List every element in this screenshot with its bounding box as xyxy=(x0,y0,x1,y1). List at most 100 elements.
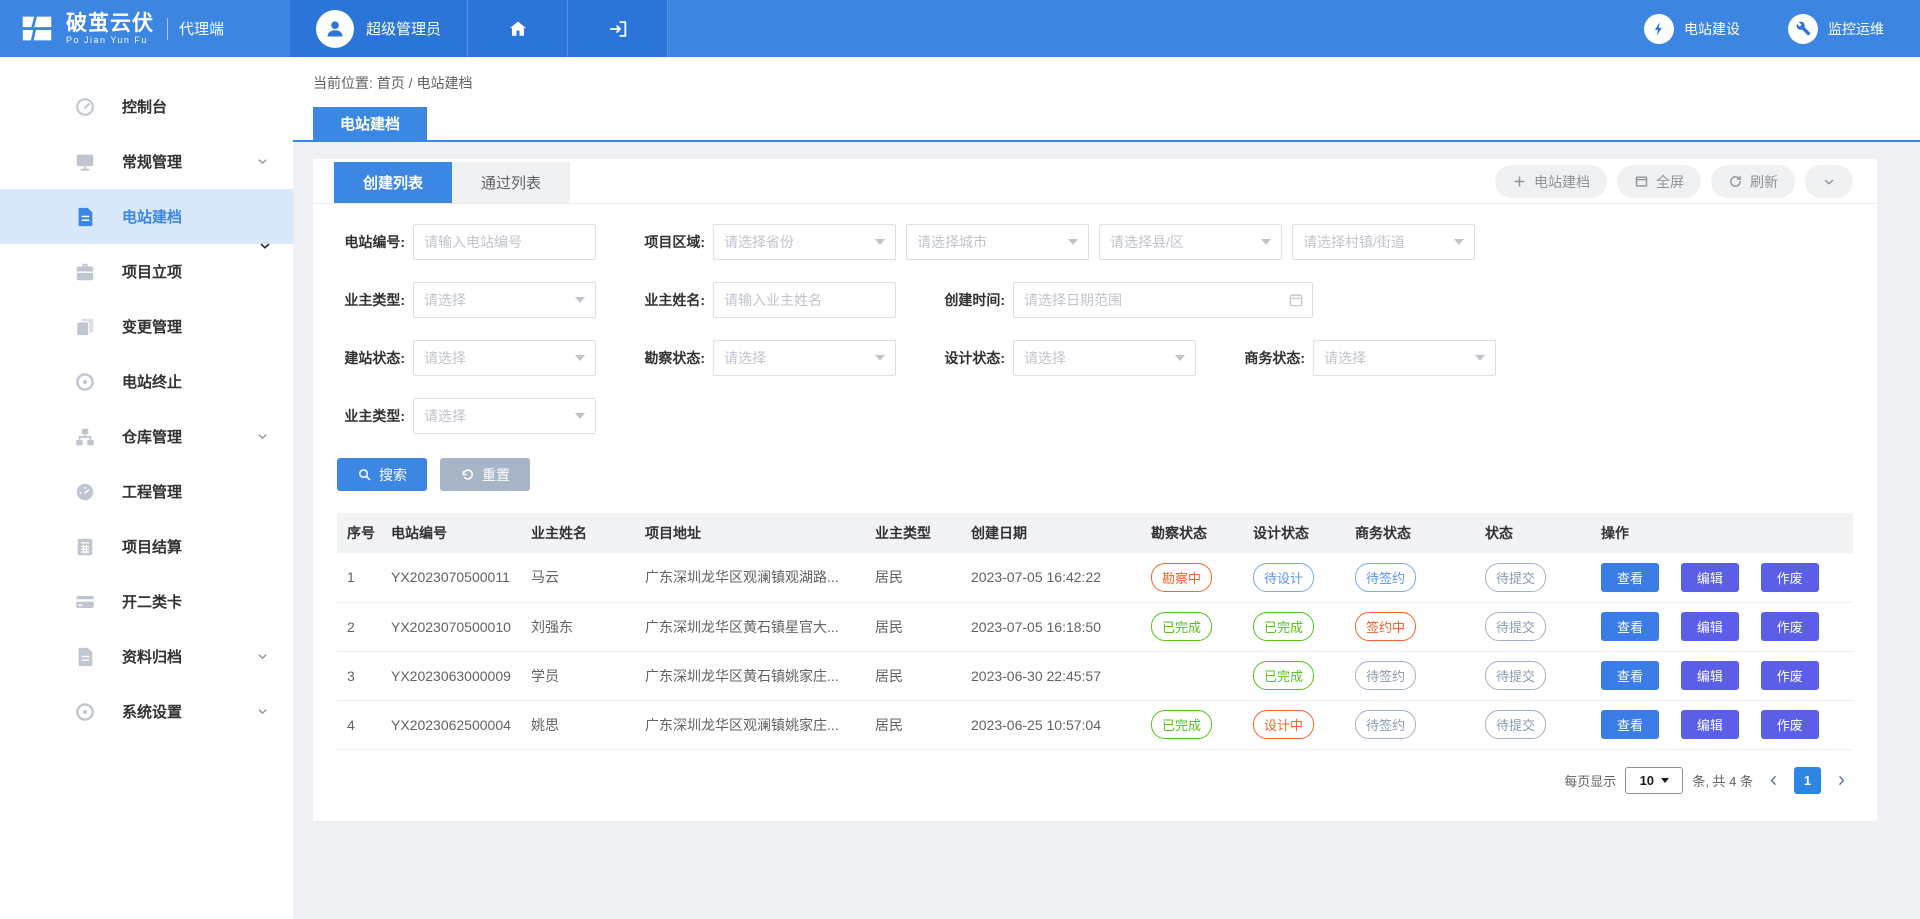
filter-owner-name: 业主姓名: xyxy=(637,282,937,318)
settings-icon xyxy=(74,701,96,723)
tab-create-list[interactable]: 创建列表 xyxy=(334,162,452,203)
status-badge: 已完成 xyxy=(1151,710,1212,739)
col-business-status: 商务状态 xyxy=(1345,513,1475,553)
breadcrumb-path[interactable]: 首页 / 电站建档 xyxy=(377,75,473,91)
document-icon xyxy=(74,206,96,228)
caret-down-icon xyxy=(1454,239,1464,245)
breadcrumb-bar: 当前位置: 首页 / 电站建档 电站建档 xyxy=(293,57,1920,142)
create-station-button[interactable]: 电站建档 xyxy=(1495,165,1607,198)
monitor-icon xyxy=(74,151,96,173)
edit-button[interactable]: 编辑 xyxy=(1681,661,1739,690)
top-header: 破茧云伏 Po Jian Yun Fu 代理端 超级管理员 xyxy=(0,0,1920,57)
fullscreen-icon xyxy=(1634,174,1649,189)
status-badge: 待签约 xyxy=(1355,563,1416,592)
business-status-select[interactable]: 请选择 xyxy=(1313,340,1496,376)
portal-label: 代理端 xyxy=(179,18,224,39)
breadcrumb: 当前位置: 首页 / 电站建档 xyxy=(313,73,1920,93)
view-button[interactable]: 查看 xyxy=(1601,661,1659,690)
survey-status-select[interactable]: 请选择 xyxy=(713,340,896,376)
view-button[interactable]: 查看 xyxy=(1601,563,1659,592)
chevron-down-icon xyxy=(1822,175,1836,189)
caret-down-icon xyxy=(1261,239,1271,245)
sidebar-item-console[interactable]: 控制台 xyxy=(0,79,293,134)
filter-owner-type-2: 业主类型: 请选择 xyxy=(337,398,637,434)
design-status-select[interactable]: 请选择 xyxy=(1013,340,1196,376)
owner-type-select[interactable]: 请选择 xyxy=(413,282,596,318)
sidebar-collapse-icon[interactable] xyxy=(258,239,272,258)
bolt-icon xyxy=(1644,14,1674,44)
date-range-input[interactable] xyxy=(1013,282,1313,318)
card-icon xyxy=(74,591,96,613)
build-status-select[interactable]: 请选择 xyxy=(413,340,596,376)
home-button[interactable] xyxy=(468,0,568,57)
sidebar-item-label: 电站建档 xyxy=(122,206,182,227)
owner-name-input[interactable] xyxy=(713,282,896,318)
station-no-input[interactable] xyxy=(413,224,596,260)
void-button[interactable]: 作废 xyxy=(1761,612,1819,641)
gauge-icon xyxy=(74,96,96,118)
col-design-status: 设计状态 xyxy=(1243,513,1345,553)
edit-button[interactable]: 编辑 xyxy=(1681,563,1739,592)
status-badge: 签约中 xyxy=(1355,612,1416,641)
nav-monitor-ops-label: 监控运维 xyxy=(1828,19,1884,39)
town-select[interactable]: 请选择村镇/街道 xyxy=(1292,224,1475,260)
province-select[interactable]: 请选择省份 xyxy=(713,224,896,260)
plus-icon xyxy=(1512,174,1527,189)
void-button[interactable]: 作废 xyxy=(1761,563,1819,592)
nav-monitor-ops[interactable]: 监控运维 xyxy=(1788,14,1884,44)
sidebar-item-station-termination[interactable]: 电站终止 xyxy=(0,354,293,409)
sidebar-item-project-initiation[interactable]: 项目立项 xyxy=(0,244,293,299)
view-button[interactable]: 查看 xyxy=(1601,710,1659,739)
status-badge: 设计中 xyxy=(1253,710,1314,739)
table-row: 3 YX2023063000009 学员 广东深圳龙华区黄石镇姚家庄... 居民… xyxy=(337,651,1853,700)
breadcrumb-label: 当前位置: xyxy=(313,75,373,91)
prev-page-button[interactable] xyxy=(1762,773,1785,788)
col-owner-type: 业主类型 xyxy=(865,513,961,553)
view-button[interactable]: 查看 xyxy=(1601,612,1659,641)
district-select[interactable]: 请选择县/区 xyxy=(1099,224,1282,260)
table-header-row: 序号 电站编号 业主姓名 项目地址 业主类型 创建日期 勘察状态 设计状态 商务… xyxy=(337,513,1853,553)
sidebar-item-label: 工程管理 xyxy=(122,481,182,502)
edit-button[interactable]: 编辑 xyxy=(1681,710,1739,739)
chevron-down-icon xyxy=(256,155,269,168)
city-select[interactable]: 请选择城市 xyxy=(906,224,1089,260)
page-tab-station-archive[interactable]: 电站建档 xyxy=(313,107,427,140)
tab-passed-list[interactable]: 通过列表 xyxy=(452,162,570,203)
edit-button[interactable]: 编辑 xyxy=(1681,612,1739,641)
username: 超级管理员 xyxy=(366,18,441,39)
chevron-left-icon xyxy=(1766,773,1781,788)
sidebar-item-project-settlement[interactable]: 项目结算 xyxy=(0,519,293,574)
circle-dot-icon xyxy=(74,371,96,393)
logout-button[interactable] xyxy=(568,0,668,57)
sidebar-item-general-management[interactable]: 常规管理 xyxy=(0,134,293,189)
void-button[interactable]: 作废 xyxy=(1761,710,1819,739)
per-page-select[interactable]: 10 xyxy=(1625,767,1683,794)
chevron-down-icon xyxy=(256,705,269,718)
caret-down-icon xyxy=(875,239,885,245)
sidebar-item-warehouse[interactable]: 仓库管理 xyxy=(0,409,293,464)
reset-button[interactable]: 重置 xyxy=(440,458,530,491)
filter-owner-type: 业主类型: 请选择 xyxy=(337,282,637,318)
app-logo[interactable]: 破茧云伏 Po Jian Yun Fu 代理端 xyxy=(0,0,290,57)
sidebar-item-station-archive[interactable]: 电站建档 xyxy=(0,189,293,244)
sidebar-item-engineering[interactable]: 工程管理 xyxy=(0,464,293,519)
col-address: 项目地址 xyxy=(635,513,865,553)
void-button[interactable]: 作废 xyxy=(1761,661,1819,690)
sidebar-item-type2-card[interactable]: 开二类卡 xyxy=(0,574,293,629)
user-menu[interactable]: 超级管理员 xyxy=(290,0,468,57)
page-number-active[interactable]: 1 xyxy=(1794,767,1821,794)
nav-station-build[interactable]: 电站建设 xyxy=(1644,14,1740,44)
refresh-button[interactable]: 刷新 xyxy=(1711,165,1795,198)
next-page-button[interactable] xyxy=(1830,773,1853,788)
fullscreen-button[interactable]: 全屏 xyxy=(1617,165,1701,198)
sidebar-item-system-settings[interactable]: 系统设置 xyxy=(0,684,293,739)
sidebar-item-data-archive[interactable]: 资料归档 xyxy=(0,629,293,684)
owner-type-2-select[interactable]: 请选择 xyxy=(413,398,596,434)
search-button[interactable]: 搜索 xyxy=(337,458,427,491)
sidebar-item-change-management[interactable]: 变更管理 xyxy=(0,299,293,354)
caret-down-icon xyxy=(1475,355,1485,361)
status-badge: 待提交 xyxy=(1485,612,1546,641)
status-badge: 待签约 xyxy=(1355,661,1416,690)
toolbar-collapse-button[interactable] xyxy=(1805,165,1853,198)
sidebar: 控制台 常规管理 电站建档 项目立项 变更管理 电站终止 xyxy=(0,57,293,919)
